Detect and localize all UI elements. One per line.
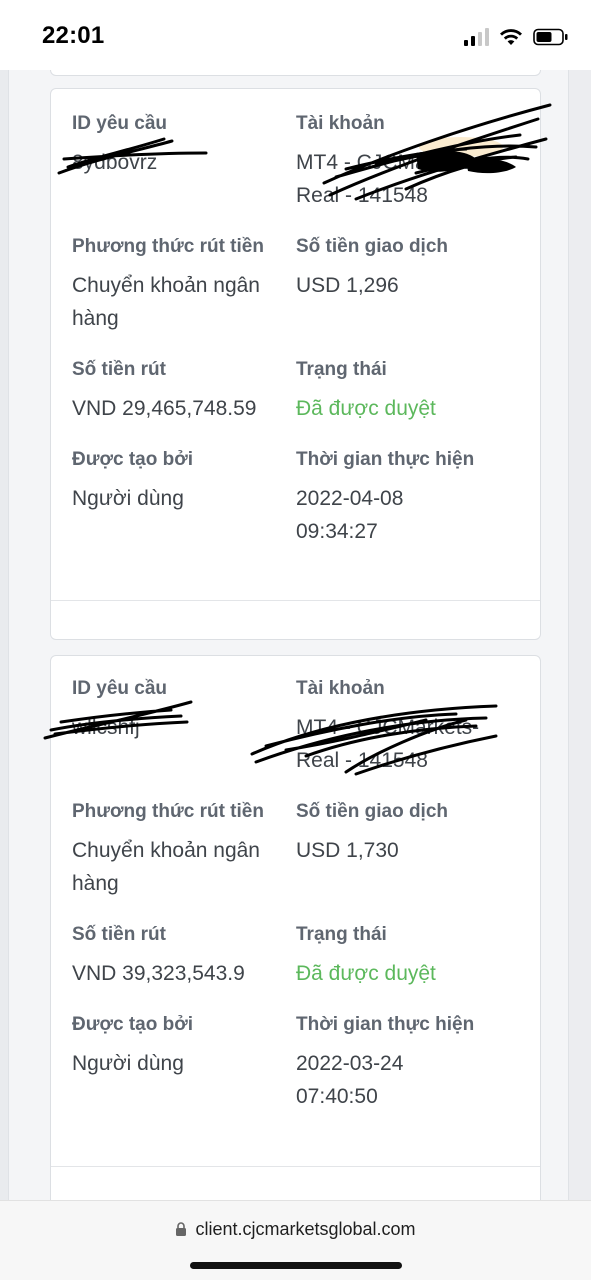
status-label: Trạng thái bbox=[296, 359, 387, 380]
created-by-label: Được tạo bởi bbox=[72, 449, 194, 470]
method-label: Phương thức rút tiền bbox=[72, 236, 264, 257]
request-id-value: 8ydbovrz bbox=[72, 151, 158, 174]
method-label: Phương thức rút tiền bbox=[72, 801, 264, 822]
created-by-field: Được tạo bởi Người dùng bbox=[72, 448, 282, 515]
method-value: Chuyển khoản ngân hàng bbox=[72, 274, 260, 330]
request-id-value: wllcshfj bbox=[72, 716, 140, 739]
account-field: Tài khoản MT4 - CJCMarkets-Real - 141548 bbox=[296, 112, 516, 212]
method-value: Chuyển khoản ngân hàng bbox=[72, 839, 260, 895]
request-id-label: ID yêu cầu bbox=[72, 678, 168, 699]
wifi-icon bbox=[500, 29, 522, 45]
page-edge bbox=[568, 70, 591, 1200]
status-field: Trạng thái Đã được duyệt bbox=[296, 358, 506, 425]
transaction-amount-field: Số tiền giao dịch USD 1,730 bbox=[296, 800, 506, 867]
withdraw-amount-value: VND 29,465,748.59 bbox=[72, 397, 257, 420]
account-value: MT4 - CJCMarkets-Real - 141548 bbox=[296, 716, 480, 772]
withdraw-amount-value: VND 39,323,543.9 bbox=[72, 962, 245, 985]
transaction-amount-value: USD 1,730 bbox=[296, 839, 399, 862]
lock-icon bbox=[176, 1222, 187, 1236]
created-by-value: Người dùng bbox=[72, 1052, 184, 1075]
created-by-value: Người dùng bbox=[72, 487, 184, 510]
status-icons bbox=[464, 24, 569, 50]
request-id-field: ID yêu cầu wllcshfj bbox=[72, 677, 282, 744]
withdraw-amount-label: Số tiền rút bbox=[72, 924, 166, 945]
status-badge: Đã được duyệt bbox=[296, 962, 436, 985]
request-id-field: ID yêu cầu 8ydbovrz bbox=[72, 112, 282, 179]
withdrawal-card: ID yêu cầu 8ydbovrz Tài khoản MT4 - CJCM… bbox=[50, 88, 552, 640]
sidebar-edge bbox=[0, 70, 9, 1200]
executed-time-label: Thời gian thực hiện bbox=[296, 449, 475, 470]
executed-time-value: 2022-03-24 07:40:50 bbox=[296, 1052, 404, 1108]
card-footer bbox=[51, 600, 540, 640]
previous-card bbox=[50, 70, 541, 76]
url-text: client.cjcmarketsglobal.com bbox=[195, 1219, 416, 1239]
status-badge: Đã được duyệt bbox=[296, 397, 436, 420]
withdraw-amount-field: Số tiền rút VND 39,323,543.9 bbox=[72, 923, 282, 990]
withdrawal-card: ID yêu cầu wllcshfj Tài khoản MT4 - CJCM… bbox=[43, 655, 541, 1200]
executed-time-value: 2022-04-08 09:34:27 bbox=[296, 487, 404, 543]
account-field: Tài khoản MT4 - CJCMarkets-Real - 141548 bbox=[296, 677, 516, 777]
status-time: 22:01 bbox=[42, 22, 105, 49]
method-field: Phương thức rút tiền Chuyển khoản ngân h… bbox=[72, 235, 282, 335]
home-indicator[interactable] bbox=[190, 1262, 402, 1269]
request-id-label: ID yêu cầu bbox=[72, 113, 168, 134]
status-field: Trạng thái Đã được duyệt bbox=[296, 923, 506, 990]
transaction-amount-label: Số tiền giao dịch bbox=[296, 236, 449, 257]
status-bar: 22:01 bbox=[0, 0, 591, 70]
transaction-amount-value: USD 1,296 bbox=[296, 274, 399, 297]
battery-icon bbox=[533, 28, 568, 46]
created-by-field: Được tạo bởi Người dùng bbox=[72, 1013, 282, 1080]
transaction-amount-label: Số tiền giao dịch bbox=[296, 801, 449, 822]
account-value: MT4 - CJCMarkets-Real - 141548 bbox=[296, 151, 480, 207]
account-label: Tài khoản bbox=[296, 678, 385, 699]
account-label: Tài khoản bbox=[296, 113, 385, 134]
method-field: Phương thức rút tiền Chuyển khoản ngân h… bbox=[72, 800, 282, 900]
transaction-amount-field: Số tiền giao dịch USD 1,296 bbox=[296, 235, 506, 302]
executed-time-label: Thời gian thực hiện bbox=[296, 1014, 475, 1035]
status-label: Trạng thái bbox=[296, 924, 387, 945]
executed-time-field: Thời gian thực hiện 2022-03-24 07:40:50 bbox=[296, 1013, 475, 1113]
browser-toolbar: client.cjcmarketsglobal.com bbox=[0, 1200, 591, 1280]
cellular-signal-icon bbox=[464, 28, 489, 46]
created-by-label: Được tạo bởi bbox=[72, 1014, 194, 1035]
withdraw-amount-label: Số tiền rút bbox=[72, 359, 166, 380]
withdrawal-history-page[interactable]: ID yêu cầu 8ydbovrz Tài khoản MT4 - CJCM… bbox=[0, 70, 591, 1200]
card-footer bbox=[51, 1166, 540, 1200]
executed-time-field: Thời gian thực hiện 2022-04-08 09:34:27 bbox=[296, 448, 475, 548]
address-bar[interactable]: client.cjcmarketsglobal.com bbox=[0, 1219, 591, 1240]
withdraw-amount-field: Số tiền rút VND 29,465,748.59 bbox=[72, 358, 282, 425]
